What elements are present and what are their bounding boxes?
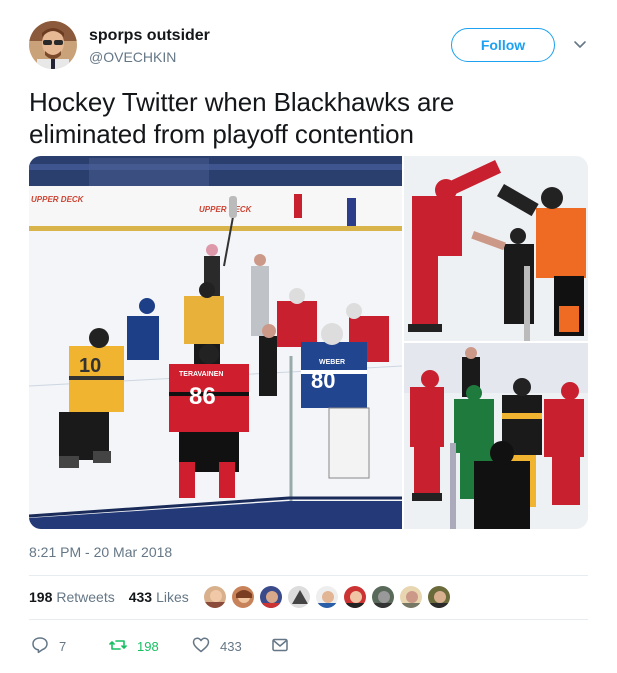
tweet-timestamp[interactable]: 8:21 PM - 20 Mar 2018 — [29, 544, 172, 560]
tweet-card: sporps outsider @OVECHKIN Follow Hockey … — [0, 0, 617, 673]
likes-label: Likes — [156, 589, 189, 605]
direct-message-button[interactable] — [271, 636, 289, 657]
tweet-text-line-1: Hockey Twitter when Blackhawks are — [29, 87, 455, 117]
jersey-number-blue: 80 — [311, 368, 335, 393]
heart-icon — [192, 636, 210, 657]
follow-button[interactable]: Follow — [451, 28, 555, 62]
liker-avatar[interactable] — [399, 585, 423, 609]
liker-avatar[interactable] — [315, 585, 339, 609]
tweet-stats: 198 Retweets 433 Likes — [29, 589, 199, 605]
media-grid: UPPER DECK UPPER DECK 10 TERAVAINEN 86 W… — [29, 156, 588, 529]
jersey-number-red: 86 — [189, 383, 216, 410]
likes-count: 433 — [128, 589, 153, 605]
likes-stat[interactable]: 433 Likes — [129, 589, 189, 605]
tweet-text: Hockey Twitter when Blackhawks are elimi… — [29, 86, 589, 150]
liker-avatar[interactable] — [343, 585, 367, 609]
liker-avatar[interactable] — [371, 585, 395, 609]
jersey-name-red: TERAVAINEN — [179, 371, 223, 378]
message-icon — [271, 636, 289, 657]
upper-deck-signage-left: UPPER DECK — [31, 195, 85, 204]
liker-avatar[interactable] — [259, 585, 283, 609]
media-photo-bottom-right[interactable] — [404, 343, 588, 529]
reply-button[interactable]: 7 — [31, 636, 66, 657]
retweet-count: 198 — [137, 639, 159, 654]
media-photo-main[interactable]: UPPER DECK UPPER DECK 10 TERAVAINEN 86 W… — [29, 156, 402, 529]
tweet-text-line-2: eliminated from playoff contention — [29, 119, 414, 149]
divider — [29, 619, 588, 620]
liker-avatar[interactable] — [287, 585, 311, 609]
retweet-button[interactable]: 198 — [109, 636, 159, 657]
reply-icon — [31, 636, 49, 657]
liker-avatars — [203, 585, 451, 609]
user-name[interactable]: sporps outsider — [89, 27, 210, 45]
upper-deck-signage-right: UPPER DECK — [199, 205, 253, 214]
jersey-name-blue: WEBER — [319, 359, 345, 366]
like-button[interactable]: 433 — [192, 636, 242, 657]
liker-avatar[interactable] — [231, 585, 255, 609]
retweets-stat[interactable]: 198 Retweets — [29, 589, 115, 605]
retweets-count: 198 — [29, 589, 53, 605]
reply-count: 7 — [59, 639, 67, 654]
avatar[interactable] — [29, 21, 77, 69]
liker-avatar[interactable] — [427, 585, 451, 609]
retweets-label: Retweets — [56, 589, 115, 605]
retweet-icon — [109, 636, 127, 657]
chevron-down-icon[interactable] — [570, 34, 590, 54]
divider — [29, 575, 588, 576]
jersey-number-yellow: 10 — [79, 355, 101, 377]
media-photo-top-right[interactable] — [404, 156, 588, 341]
user-handle[interactable]: @OVECHKIN — [89, 49, 176, 65]
liker-avatar[interactable] — [203, 585, 227, 609]
like-count: 433 — [220, 639, 242, 654]
